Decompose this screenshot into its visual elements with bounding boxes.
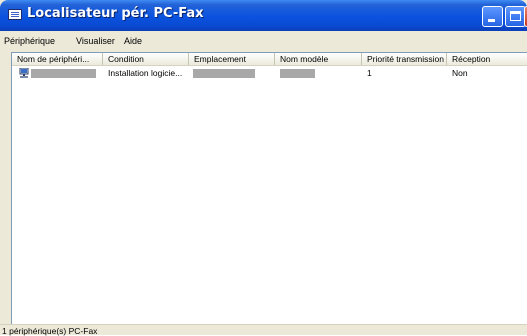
table-row[interactable]: Installation logicie... 1 Non (12, 67, 527, 80)
window-title: Localisateur pér. PC-Fax (27, 6, 204, 21)
priority-cell: 1 (367, 68, 372, 78)
app-window: Localisateur pér. PC-Fax Périphérique Vi… (0, 0, 527, 336)
pc-device-icon (19, 68, 29, 78)
menu-peripherique[interactable]: Périphérique (4, 36, 55, 46)
menu-visualiser[interactable]: Visualiser (76, 36, 115, 46)
column-condition[interactable]: Condition (103, 53, 189, 65)
list-header: Nom de périphéri... Condition Emplacemen… (12, 53, 527, 66)
column-location[interactable]: Emplacement (189, 53, 275, 65)
reception-cell: Non (452, 68, 468, 78)
condition-cell: Installation logicie... (108, 68, 183, 78)
status-text: 1 périphérique(s) PC-Fax (2, 326, 98, 336)
title-bar[interactable]: Localisateur pér. PC-Fax (0, 0, 527, 31)
device-list[interactable]: Nom de périphéri... Condition Emplacemen… (11, 52, 527, 324)
fax-list-icon (8, 9, 22, 20)
device-name-redacted (31, 69, 96, 78)
location-redacted (193, 69, 255, 78)
minimize-button[interactable] (482, 6, 503, 27)
status-bar: 1 périphérique(s) PC-Fax (0, 324, 527, 336)
column-model-name[interactable]: Nom modèle (275, 53, 362, 65)
column-transmission-priority[interactable]: Priorité transmission (362, 53, 447, 65)
menu-aide[interactable]: Aide (124, 36, 142, 46)
maximize-button[interactable] (505, 6, 526, 27)
menu-bar: Périphérique Visualiser Aide (0, 31, 527, 50)
column-reception[interactable]: Réception (447, 53, 527, 65)
model-redacted (280, 69, 315, 78)
column-device-name[interactable]: Nom de périphéri... (12, 53, 103, 65)
left-frame (0, 50, 11, 324)
